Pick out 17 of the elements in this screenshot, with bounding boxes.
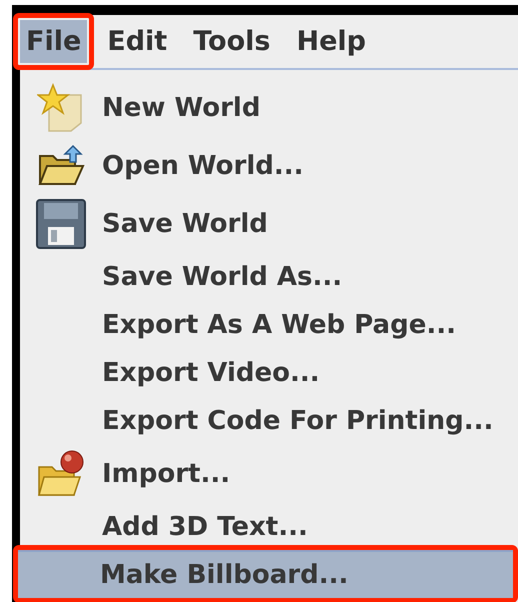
menu-bar-item[interactable]: Help (290, 20, 372, 63)
menu-item[interactable]: Add 3D Text... (20, 502, 518, 550)
menu-item[interactable]: Export As A Web Page... (20, 300, 518, 348)
menu-item[interactable]: Save World (20, 194, 518, 252)
menu-bar-item[interactable]: File (20, 20, 88, 63)
menu-item[interactable]: Export Code For Printing... (20, 396, 518, 444)
folder-arrow-icon (37, 144, 85, 188)
menu-item[interactable]: Make Billboard... (18, 550, 513, 598)
menu-item[interactable]: Open World... (20, 136, 518, 194)
menu-item[interactable]: Save World As... (20, 252, 518, 300)
folder-ball-icon (36, 449, 86, 499)
menu-item[interactable]: New World (20, 78, 518, 136)
menu-item[interactable]: Export Video... (20, 348, 518, 396)
menu-bar-item[interactable]: Tools (187, 20, 276, 63)
star-note-icon (37, 83, 85, 133)
menu-bar-item[interactable]: Edit (101, 20, 174, 63)
menu-item[interactable]: Import... (20, 444, 518, 502)
